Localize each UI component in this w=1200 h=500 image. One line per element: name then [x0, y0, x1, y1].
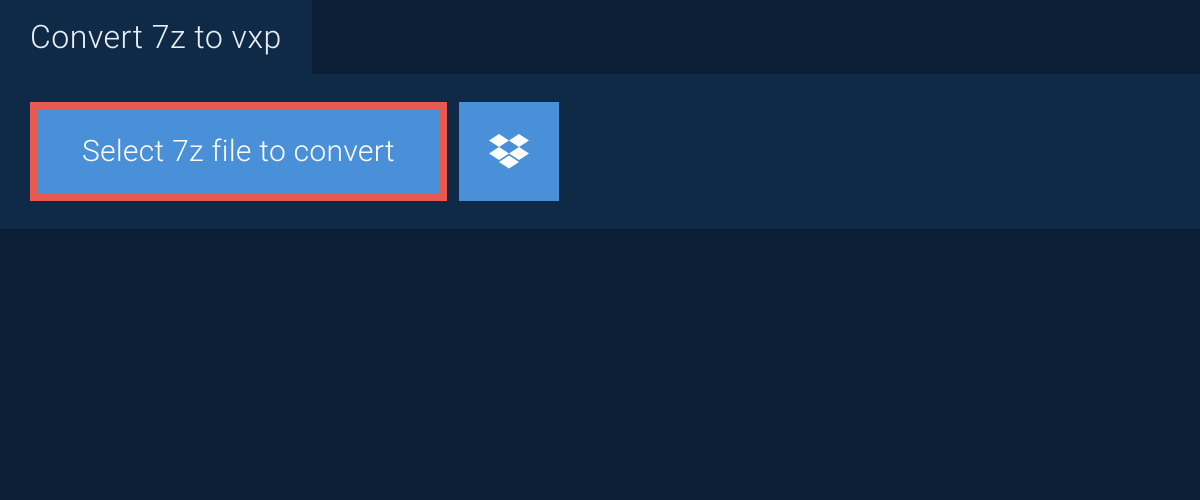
dropbox-button[interactable]	[459, 102, 559, 201]
select-file-label: Select 7z file to convert	[82, 134, 395, 169]
select-file-button[interactable]: Select 7z file to convert	[30, 102, 447, 201]
tab-title: Convert 7z to vxp	[30, 18, 282, 56]
button-row: Select 7z file to convert	[30, 102, 1170, 201]
dropbox-icon	[489, 134, 529, 170]
tab-convert[interactable]: Convert 7z to vxp	[0, 0, 312, 74]
convert-panel: Select 7z file to convert	[0, 74, 1200, 229]
tab-bar: Convert 7z to vxp	[0, 0, 1200, 74]
